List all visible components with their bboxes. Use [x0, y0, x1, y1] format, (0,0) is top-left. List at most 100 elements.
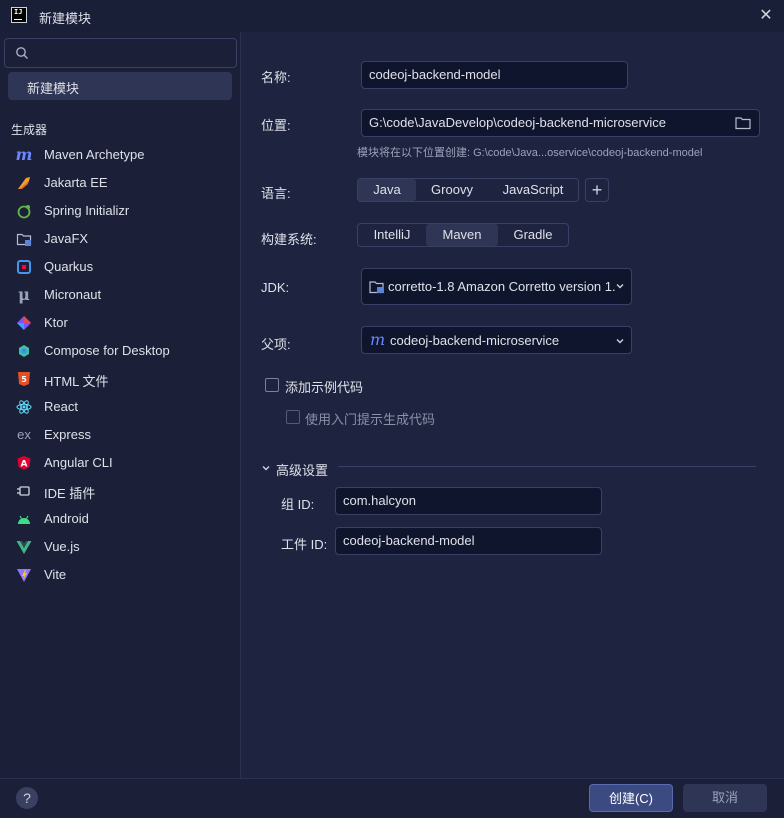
search-icon — [16, 47, 28, 59]
express-icon: ex — [17, 427, 31, 442]
window-title: 新建模块 — [39, 11, 92, 26]
sidebar-item-spring-initializr[interactable]: Spring Initializr — [0, 197, 240, 225]
location-value: G:\code\JavaDevelop\codeoj-backend-micro… — [369, 115, 666, 130]
jdk-dropdown[interactable]: corretto-1.8 Amazon Corretto version 1. — [361, 268, 632, 305]
sidebar-item-label: Compose for Desktop — [44, 343, 170, 358]
sidebar-item-label: IDE 插件 — [44, 486, 96, 501]
search-input[interactable] — [4, 38, 237, 68]
advanced-divider — [338, 466, 756, 467]
micronaut-icon: μ — [18, 285, 30, 304]
onboarding-tips-label: 使用入门提示生成代码 — [305, 412, 436, 427]
sidebar-item-new-module[interactable]: 新建模块 — [8, 72, 232, 100]
artifact-id-label: 工件 ID: — [281, 537, 328, 552]
group-id-field[interactable]: com.halcyon — [335, 487, 602, 515]
sidebar-item-maven-archetype[interactable]: m Maven Archetype — [0, 141, 240, 169]
sidebar-item-label: HTML 文件 — [44, 374, 109, 389]
name-field[interactable]: codeoj-backend-model — [361, 61, 628, 89]
build-option-maven[interactable]: Maven — [426, 224, 498, 246]
jdk-label: JDK: — [261, 280, 290, 295]
location-hint: 模块将在以下位置创建: G:\code\Java...oservice\code… — [357, 147, 703, 159]
create-button[interactable]: 创建(C) — [589, 784, 673, 812]
intellij-app-icon: IJ — [11, 7, 27, 23]
maven-icon: m — [370, 330, 386, 349]
folder-icon[interactable] — [735, 116, 751, 130]
language-label: 语言: — [261, 186, 291, 201]
quarkus-icon — [16, 259, 32, 275]
chevron-down-icon — [616, 284, 624, 289]
sidebar-item-react[interactable]: React — [0, 393, 240, 421]
sidebar-item-javafx[interactable]: JavaFX — [0, 225, 240, 253]
sidebar-item-express[interactable]: ex Express — [0, 421, 240, 449]
build-option-gradle[interactable]: Gradle — [498, 224, 568, 246]
vite-icon — [16, 567, 32, 583]
add-sample-code-checkbox[interactable] — [265, 378, 279, 392]
sidebar-item-label: Spring Initializr — [44, 203, 130, 218]
plugin-icon — [16, 483, 32, 499]
react-icon — [16, 399, 32, 415]
maven-icon: m — [15, 145, 33, 164]
language-option-groovy[interactable]: Groovy — [416, 179, 488, 201]
sidebar-item-label: Quarkus — [44, 259, 94, 274]
build-option-intellij[interactable]: IntelliJ — [358, 224, 426, 246]
sidebar-item-android[interactable]: Android — [0, 505, 240, 533]
location-field[interactable]: G:\code\JavaDevelop\codeoj-backend-micro… — [361, 109, 760, 137]
onboarding-tips-checkbox[interactable] — [286, 410, 300, 424]
compose-icon — [16, 343, 32, 359]
sidebar-item-angular-cli[interactable]: A Angular CLI — [0, 449, 240, 477]
javafx-folder-icon — [16, 231, 32, 247]
parent-dropdown[interactable]: m codeoj-backend-microservice — [361, 326, 632, 354]
generators-group-label: 生成器 — [11, 123, 48, 137]
advanced-settings-toggle[interactable]: 高级设置 — [261, 460, 331, 478]
group-id-label: 组 ID: — [281, 497, 315, 512]
svg-text:5: 5 — [21, 375, 27, 384]
jakarta-ee-icon — [16, 175, 32, 191]
advanced-settings-label: 高级设置 — [276, 463, 329, 478]
build-system-selector: IntelliJ Maven Gradle — [357, 223, 569, 247]
spring-icon — [16, 203, 32, 219]
svg-text:A: A — [21, 460, 28, 470]
sidebar-item-label: Micronaut — [44, 287, 102, 302]
sidebar-item-micronaut[interactable]: μ Micronaut — [0, 281, 240, 309]
sidebar-item-vite[interactable]: Vite — [0, 561, 240, 589]
language-selector: Java Groovy JavaScript — [357, 178, 579, 202]
sidebar-item-label: Ktor — [44, 315, 68, 330]
sidebar-item-label: Express — [44, 427, 91, 442]
sidebar-item-label: 新建模块 — [27, 81, 80, 96]
sidebar-item-html-file[interactable]: 5 HTML 文件 — [0, 365, 240, 393]
close-icon[interactable]: ✕ — [756, 6, 776, 26]
sidebar-item-label: Vite — [44, 567, 67, 582]
sidebar-item-label: Vue.js — [44, 539, 80, 554]
location-label: 位置: — [261, 118, 291, 133]
angular-icon: A — [16, 455, 32, 471]
sidebar-item-label: React — [44, 399, 78, 414]
sidebar-item-ide-plugin[interactable]: IDE 插件 — [0, 477, 240, 505]
add-language-button[interactable]: + — [585, 178, 609, 202]
artifact-id-field[interactable]: codeoj-backend-model — [335, 527, 602, 555]
build-system-label: 构建系统: — [261, 232, 317, 247]
sidebar-item-label: Jakarta EE — [44, 175, 108, 190]
sidebar-item-label: JavaFX — [44, 231, 89, 246]
sidebar-item-jakarta-ee[interactable]: Jakarta EE — [0, 169, 240, 197]
title-bar — [0, 0, 784, 32]
sidebar-item-quarkus[interactable]: Quarkus — [0, 253, 240, 281]
language-option-java[interactable]: Java — [358, 179, 416, 201]
parent-label: 父项: — [261, 337, 291, 352]
jdk-value: corretto-1.8 Amazon Corretto version 1. — [388, 279, 616, 294]
sidebar-item-ktor[interactable]: Ktor — [0, 309, 240, 337]
chevron-down-icon — [262, 466, 270, 471]
cancel-button[interactable]: 取消 — [683, 784, 767, 812]
name-label: 名称: — [261, 70, 291, 85]
language-option-javascript[interactable]: JavaScript — [488, 179, 578, 201]
sidebar-item-vuejs[interactable]: Vue.js — [0, 533, 240, 561]
sidebar-item-compose-for-desktop[interactable]: Compose for Desktop — [0, 337, 240, 365]
sidebar-item-label: Angular CLI — [44, 455, 113, 470]
chevron-down-icon — [616, 339, 624, 344]
android-icon — [16, 511, 32, 527]
sidebar-item-label: Android — [44, 511, 89, 526]
parent-value: codeoj-backend-microservice — [390, 333, 560, 348]
vue-icon — [16, 539, 32, 555]
add-sample-code-label: 添加示例代码 — [285, 380, 364, 395]
sidebar-item-label: Maven Archetype — [44, 147, 145, 162]
help-icon[interactable]: ? — [16, 787, 38, 809]
ktor-icon — [16, 315, 32, 331]
